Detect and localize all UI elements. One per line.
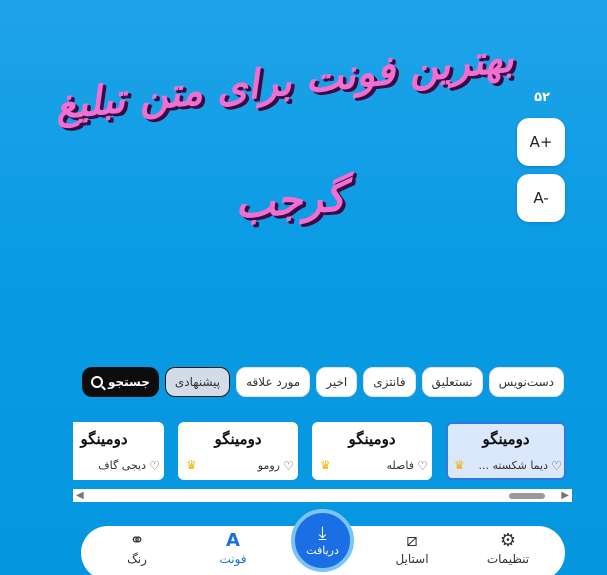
nav-settings-label: تنظیمات: [486, 552, 530, 566]
font-size-value: ۵۲: [534, 90, 550, 105]
nav-style-label: استایل: [395, 552, 429, 566]
filter-chip-handwriting[interactable]: دست‌نویس: [488, 367, 564, 397]
filter-chip-nastaliq[interactable]: نستعلیق: [421, 367, 483, 397]
font-list: دومینگو ♡ دیما شکسته ... ♛ دومینگو ♡ فاص…: [73, 422, 572, 482]
style-icon: ⧄: [406, 530, 418, 551]
search-button[interactable]: جستجو: [81, 367, 159, 397]
font-icon: A: [226, 530, 240, 551]
filter-chip-fantasy[interactable]: فانتزی: [363, 367, 416, 397]
nav-color[interactable]: ⚭ رنگ: [97, 530, 177, 566]
gear-icon: ⚙: [499, 530, 517, 551]
filter-chip-suggested[interactable]: پیشنهادی: [164, 367, 231, 397]
font-name: دیما شکسته ...: [478, 459, 548, 472]
nav-font[interactable]: A فونت: [193, 530, 273, 566]
nav-settings[interactable]: ⚙ تنظیمات: [468, 530, 548, 566]
font-card[interactable]: دومینگو ♡ دیجی گاف: [73, 422, 164, 480]
crown-icon: ♛: [186, 458, 197, 472]
heart-icon[interactable]: ♡: [149, 459, 160, 473]
crown-icon: ♛: [320, 458, 331, 472]
search-icon: [90, 376, 103, 388]
font-name: دیجی گاف: [98, 459, 146, 472]
font-sample: دومینگو: [80, 430, 128, 448]
download-icon: ⤓: [318, 523, 327, 544]
font-card[interactable]: دومینگو ♡ رومو ♛: [178, 422, 298, 480]
font-sample: دومینگو: [482, 430, 530, 448]
decrease-size-button[interactable]: A-: [517, 174, 565, 222]
text-preview: بهترین فونت برای متن تبلیغ گرجب: [53, 34, 516, 240]
filter-chip-favorites[interactable]: مورد علاقه: [236, 367, 311, 397]
download-label: دریافت: [306, 544, 339, 557]
font-sample: دومینگو: [214, 430, 262, 448]
search-label: جستجو: [107, 375, 150, 389]
nav-font-label: فونت: [219, 552, 247, 566]
scroll-thumb[interactable]: [509, 493, 545, 499]
filter-bar: جستجو پیشنهادی مورد علاقه اخیر فانتزی نس…: [81, 367, 564, 399]
color-palette-icon: ⚭: [129, 530, 145, 551]
preview-line-2: گرجب: [233, 171, 347, 228]
font-sample: دومینگو: [348, 430, 396, 448]
font-list-scrollbar[interactable]: ◀ ▶: [73, 489, 572, 502]
font-name: فاصله: [386, 459, 415, 472]
scroll-left-arrow-icon[interactable]: ◀: [76, 490, 84, 501]
nav-style[interactable]: ⧄ استایل: [372, 530, 452, 566]
heart-icon[interactable]: ♡: [283, 459, 294, 473]
crown-icon: ♛: [454, 458, 465, 472]
font-name: رومو: [257, 459, 280, 472]
increase-size-button[interactable]: A+: [517, 118, 565, 166]
heart-icon[interactable]: ♡: [551, 459, 562, 473]
font-card[interactable]: دومینگو ♡ فاصله ♛: [312, 422, 432, 480]
heart-icon[interactable]: ♡: [417, 459, 428, 473]
download-button[interactable]: ⤓ دریافت: [291, 509, 354, 572]
nav-color-label: رنگ: [127, 552, 147, 566]
filter-chip-recent[interactable]: اخیر: [316, 367, 358, 397]
scroll-right-arrow-icon[interactable]: ▶: [561, 490, 569, 501]
preview-line-1: بهترین فونت برای متن تبلیغ: [53, 34, 517, 129]
font-card[interactable]: دومینگو ♡ دیما شکسته ... ♛: [446, 422, 566, 480]
